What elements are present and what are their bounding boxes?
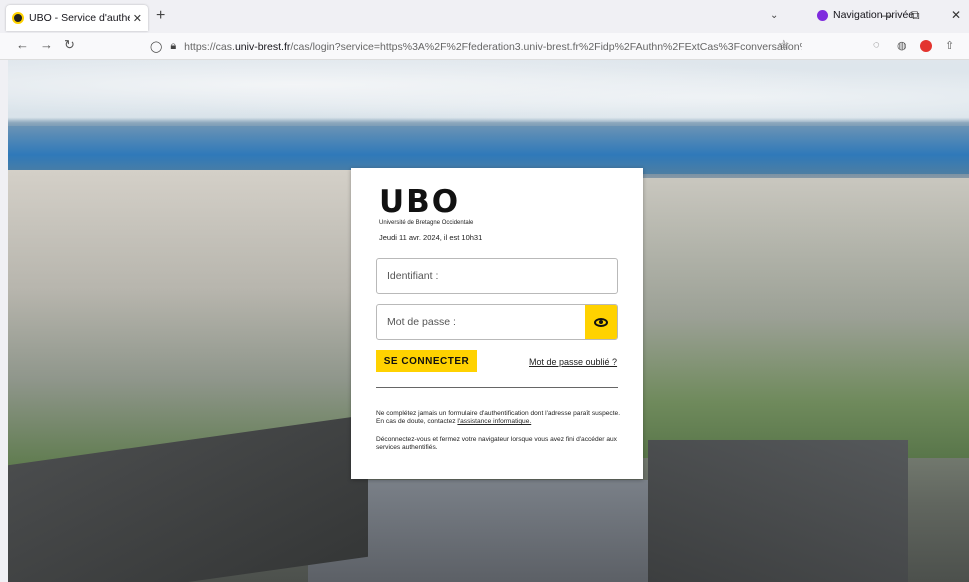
account-icon[interactable]: ◍ — [897, 39, 907, 52]
login-card: UBO Université de Bretagne Occidentale J… — [351, 168, 643, 479]
url-host: univ-brest.fr — [234, 40, 291, 53]
bookmark-star-icon[interactable]: ☆ — [778, 37, 790, 53]
private-mask-icon — [817, 9, 828, 21]
forward-button[interactable]: → — [40, 38, 53, 52]
url-prefix: https://cas. — [184, 40, 235, 53]
it-support-link[interactable]: l'assistance informatique. — [457, 418, 531, 425]
tab-title: UBO - Service d'authentification — [29, 12, 130, 24]
ubo-favicon-icon — [12, 12, 24, 24]
security-notice: Ne complétez jamais un formulaire d'auth… — [376, 410, 626, 426]
logout-notice: Déconnectez-vous et fermez votre navigat… — [376, 436, 617, 451]
forgot-password-link[interactable]: Mot de passe oublié ? — [529, 357, 617, 367]
password-field[interactable]: Mot de passe : — [376, 304, 618, 340]
close-window-button[interactable]: ✕ — [951, 8, 961, 22]
login-button[interactable]: SE CONNECTER — [376, 350, 477, 372]
city-right — [638, 178, 969, 458]
share-icon[interactable]: ⇧ — [945, 39, 954, 52]
back-button[interactable]: ← — [16, 38, 29, 52]
url-path: /cas/login?service=https%3A%2F%2Ffederat… — [290, 40, 802, 53]
url-bar[interactable]: ◯ 🔒︎ https://cas. univ-brest.fr/cas/login… — [150, 36, 802, 57]
tab-strip: UBO - Service d'authentification ✕ + ⌄ N… — [0, 0, 969, 33]
sea — [8, 126, 969, 174]
reload-button[interactable]: ↻ — [64, 38, 75, 52]
password-placeholder: Mot de passe : — [387, 316, 456, 328]
eye-icon — [594, 317, 608, 327]
username-placeholder: Identifiant : — [387, 270, 439, 282]
navigation-bar: ← → ↻ ◯ 🔒︎ https://cas. univ-brest.fr/cas… — [0, 33, 969, 60]
private-browsing-indicator: Navigation privée — [817, 9, 914, 21]
logo-subtitle: Université de Bretagne Occidentale — [379, 220, 474, 226]
sky — [8, 60, 969, 122]
lock-icon[interactable]: 🔒︎ — [170, 40, 176, 53]
new-tab-button[interactable]: + — [156, 8, 165, 24]
date-time-line: Jeudi 11 avr. 2024, il est 10h31 — [379, 233, 483, 242]
divider — [376, 387, 618, 388]
tab-ubo[interactable]: UBO - Service d'authentification ✕ — [6, 5, 148, 31]
tracking-shield-icon[interactable]: ◯ — [150, 40, 162, 53]
adblock-extension-icon[interactable] — [920, 40, 932, 52]
close-tab-icon[interactable]: ✕ — [133, 12, 142, 25]
tab-list-chevron-icon[interactable]: ⌄ — [770, 10, 778, 21]
pocket-icon[interactable]: ◌ — [873, 39, 880, 51]
rooftop-right — [648, 440, 908, 582]
username-field[interactable]: Identifiant : — [376, 258, 618, 294]
restore-button[interactable]: ⧉ — [911, 8, 920, 23]
ubo-logo: UBO — [379, 184, 461, 220]
show-password-button[interactable] — [585, 305, 617, 339]
minimize-button[interactable]: — — [881, 8, 893, 22]
private-browsing-label: Navigation privée — [833, 9, 915, 21]
